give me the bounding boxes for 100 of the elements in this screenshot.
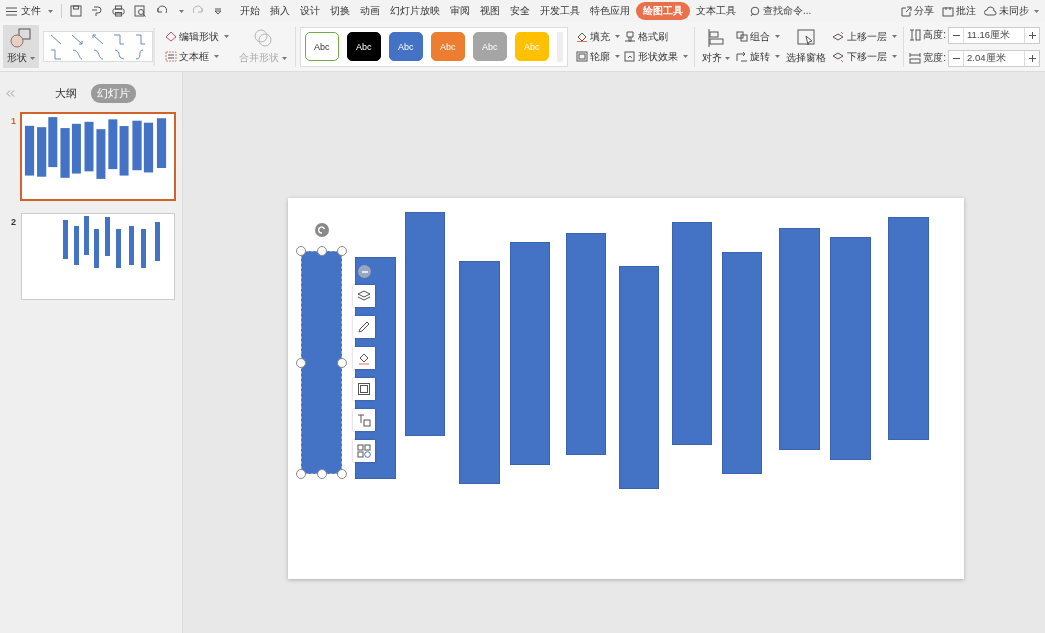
ribbon-tab[interactable]: 开发工具 <box>536 2 584 20</box>
ribbon-button[interactable]: 文本框 <box>165 49 230 64</box>
caret-icon <box>724 56 730 60</box>
line-shape-icon <box>92 33 104 45</box>
width-icon <box>909 52 922 64</box>
group-icon <box>735 31 748 42</box>
comment-icon <box>942 5 954 17</box>
ribbon-button[interactable]: 下移一层 <box>831 49 897 64</box>
field-label: 宽度: <box>923 51 946 65</box>
caret-icon <box>614 55 620 58</box>
line-shape-icon <box>113 33 125 45</box>
size-field[interactable]: 11.16厘米 <box>948 26 1040 44</box>
fill-icon <box>575 31 588 42</box>
resize-handle[interactable] <box>337 246 347 256</box>
ribbon-button[interactable]: 填充 <box>575 29 620 44</box>
share-icon <box>901 5 912 17</box>
ribbon-button[interactable]: 旋转 <box>735 49 780 64</box>
line-shape-icon <box>71 48 83 60</box>
ribbon-button[interactable]: 形状效果 <box>623 49 688 64</box>
search-field[interactable]: 查找命令... <box>750 4 812 18</box>
resize-handle[interactable] <box>316 246 327 256</box>
format-icon <box>91 5 103 17</box>
line-shape-icon <box>134 33 146 45</box>
cloud-icon <box>984 6 997 16</box>
caret-icon <box>30 56 35 60</box>
ribbon-tab[interactable]: 幻灯片放映 <box>386 2 444 20</box>
ribbon-tab[interactable]: 文本工具 <box>692 2 740 20</box>
layers-icon <box>357 289 371 303</box>
caret-icon <box>682 55 688 58</box>
ribbon-tab[interactable]: 安全 <box>506 2 534 20</box>
slide-thumbnail[interactable] <box>21 213 175 300</box>
caret-icon <box>224 35 230 38</box>
caret-icon <box>282 56 288 60</box>
line-shape-icon <box>113 48 125 60</box>
toolbar-button[interactable] <box>353 285 375 307</box>
text-box-icon <box>165 51 178 62</box>
caret-icon <box>48 9 53 13</box>
rotate-handle[interactable] <box>314 223 329 237</box>
minus-icon <box>952 57 960 59</box>
toolbar-button[interactable]: 批注 <box>942 4 976 18</box>
ribbon-tab[interactable]: 开始 <box>236 2 264 20</box>
ribbon-tab[interactable]: 视图 <box>476 2 504 20</box>
customize-icon <box>214 8 222 14</box>
ribbon-tab[interactable]: 切换 <box>326 2 354 20</box>
caret-icon <box>214 55 220 58</box>
ribbon-tab[interactable]: 特色应用 <box>586 2 634 20</box>
plus-icon <box>1028 31 1036 39</box>
shape-effects-icon <box>623 51 636 62</box>
shape-style[interactable]: Abc <box>304 32 339 61</box>
line-shape-icon <box>50 48 62 60</box>
merge-shapes-icon <box>253 28 274 48</box>
ribbon-button[interactable]: 编辑形状 <box>165 29 230 44</box>
align-button[interactable]: 对齐 <box>697 25 734 68</box>
search-icon <box>750 5 761 17</box>
ribbon-tab[interactable]: 插入 <box>266 2 294 20</box>
caret-icon <box>891 55 897 58</box>
slide-number: 1 <box>11 116 16 128</box>
ribbon-tab[interactable]: 动画 <box>356 2 384 20</box>
text-box-icon <box>357 413 371 427</box>
resize-handle[interactable] <box>337 357 347 368</box>
size-field[interactable]: 2.04厘米 <box>948 49 1040 67</box>
fill-icon <box>357 351 371 365</box>
rotate-icon <box>735 51 748 62</box>
toolbar-button[interactable] <box>353 347 375 369</box>
toolbar-button[interactable] <box>353 378 375 400</box>
file-menu[interactable]: 文件 <box>6 4 53 18</box>
panel-tab[interactable]: 大纲 <box>49 83 83 103</box>
shape-style[interactable]: Abc <box>388 32 423 61</box>
shapes-icon <box>10 28 32 48</box>
ribbon-button[interactable]: 组合 <box>735 29 780 44</box>
shape-style[interactable]: Abc <box>346 32 381 61</box>
send-backward-icon <box>831 51 845 62</box>
ribbon-button[interactable]: 轮廓 <box>575 49 620 64</box>
pen-icon <box>357 320 371 334</box>
line-shape-icon <box>50 33 62 45</box>
menu-icon <box>6 6 17 16</box>
print-icon <box>112 5 125 17</box>
resize-handle[interactable] <box>316 469 327 479</box>
slide-thumbnail[interactable] <box>20 112 176 201</box>
resize-handle[interactable] <box>296 469 306 479</box>
toolbar-button[interactable] <box>353 440 375 462</box>
caret-icon <box>179 9 184 13</box>
outline-icon <box>575 51 588 62</box>
selection-pane-icon <box>795 28 816 48</box>
ribbon-tab[interactable]: 审阅 <box>446 2 474 20</box>
selection-pane-button[interactable]: 选择窗格 <box>781 25 830 68</box>
toolbar-button[interactable]: 未同步 <box>984 4 1039 18</box>
shape-button[interactable]: 形状 <box>3 25 39 68</box>
ribbon-tab[interactable]: 设计 <box>296 2 324 20</box>
rotate-icon <box>317 226 326 234</box>
edit-shape-icon <box>165 31 178 42</box>
resize-handle[interactable] <box>296 246 306 256</box>
toolbar-button[interactable]: 分享 <box>901 4 934 18</box>
ribbon-button[interactable]: 格式刷 <box>623 29 688 44</box>
resize-handle[interactable] <box>296 357 306 368</box>
toolbar-button[interactable] <box>353 316 375 338</box>
plus-icon <box>1028 54 1036 62</box>
line-shape-icon <box>71 33 83 45</box>
ribbon-button[interactable]: 上移一层 <box>831 29 897 44</box>
resize-handle[interactable] <box>337 469 347 479</box>
